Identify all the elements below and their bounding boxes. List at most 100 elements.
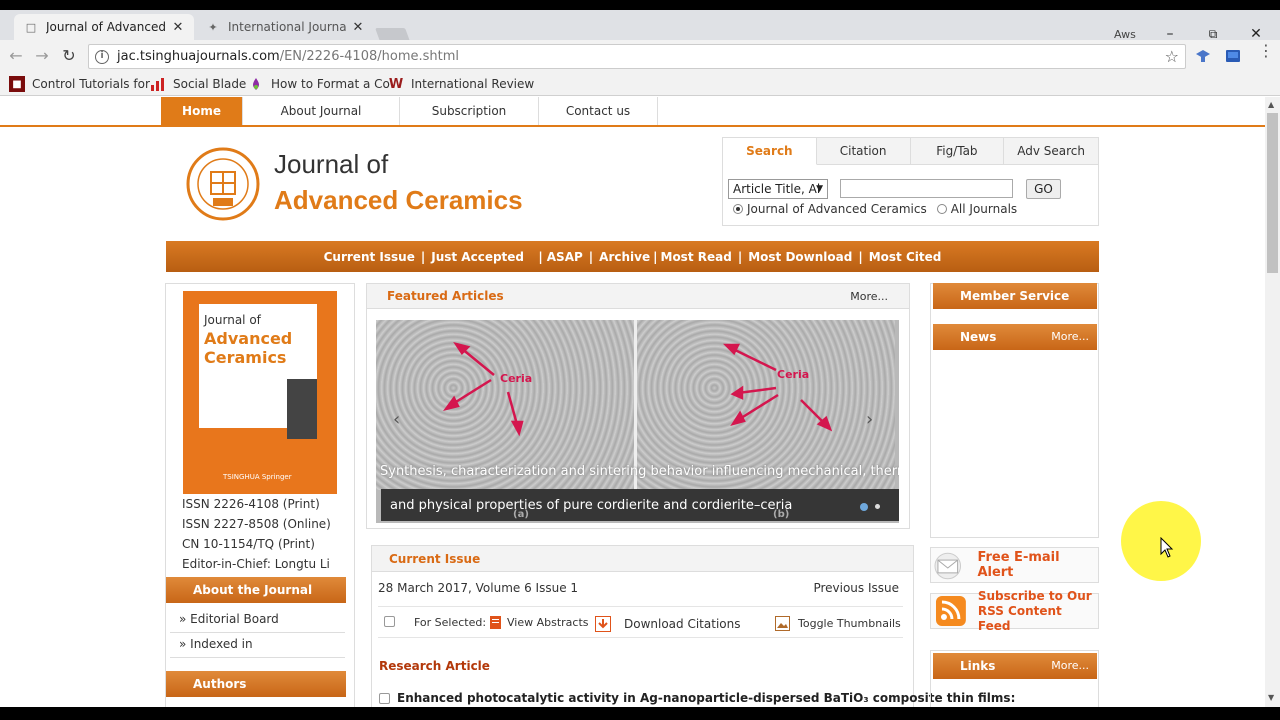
bookmark-how-to-format[interactable]: How to Format a Co	[248, 76, 390, 92]
back-arrow-icon[interactable]: ←	[6, 46, 26, 66]
section-nav-bar: Current Issue | Just Accepted | ASAP | Arc…	[166, 241, 1099, 272]
scrollbar-thumb[interactable]	[1267, 113, 1278, 273]
slide-dot[interactable]	[875, 504, 880, 509]
cover-title-line2: Advanced	[204, 329, 293, 348]
extension-cap-icon[interactable]	[1195, 48, 1211, 64]
news-heading: News More...	[933, 324, 1097, 350]
member-news-panel	[930, 283, 1099, 538]
tab-adv-search[interactable]: Adv Search	[1004, 138, 1098, 164]
email-envelope-icon	[934, 552, 962, 580]
link-archive[interactable]: Archive	[599, 250, 650, 264]
close-tab-icon[interactable]: ✕	[170, 20, 186, 35]
link-most-cited[interactable]: Most Cited	[869, 250, 942, 264]
tab-search[interactable]: Search	[723, 138, 817, 165]
about-the-journal-heading[interactable]: About the Journal	[166, 577, 346, 603]
featured-title: Featured Articles	[387, 289, 504, 303]
nav-subscription[interactable]: Subscription	[400, 97, 539, 125]
free-email-alert-button[interactable]: Free E-mail Alert	[930, 547, 1099, 583]
url-host: jac.tsinghuajournals.com	[117, 49, 280, 64]
slide-prev-icon[interactable]: ‹	[393, 409, 400, 430]
download-icon	[595, 616, 611, 632]
rss-label: Subscribe to Our RSS Content Feed	[978, 589, 1098, 634]
divider	[170, 632, 345, 633]
download-citations-label: Download Citations	[624, 617, 741, 631]
current-issue-title: Current Issue	[389, 552, 481, 566]
bookmark-label: Social Blade	[173, 77, 247, 91]
tab-title: International Journal of E	[228, 20, 346, 34]
article-checkbox[interactable]	[379, 692, 390, 704]
links-more-link[interactable]: More...	[1051, 653, 1089, 679]
view-abstracts-button[interactable]: View Abstracts	[489, 616, 589, 629]
search-field-select[interactable]: Article Title, Al ▼	[728, 179, 828, 199]
journal-title-line2: Advanced Ceramics	[274, 185, 523, 215]
nav-about-journal[interactable]: About Journal	[243, 97, 400, 125]
featured-header: Featured Articles More...	[367, 284, 909, 309]
site-top-nav: Home About Journal Subscription Contact …	[0, 97, 1265, 127]
rss-icon	[935, 596, 966, 626]
issn-print: ISSN 2226-4108 (Print)	[182, 497, 320, 511]
search-input[interactable]	[840, 179, 1013, 198]
link-most-read[interactable]: Most Read	[661, 250, 732, 264]
member-service-heading[interactable]: Member Service	[933, 283, 1097, 309]
journal-cover-image[interactable]: Journal of Advanced Ceramics TSINGHUA Sp…	[183, 291, 337, 494]
article-title[interactable]: Enhanced photocatalytic activity in Ag-n…	[397, 691, 1015, 705]
link-editorial-board[interactable]: » Editorial Board	[179, 612, 279, 626]
featured-more-link[interactable]: More...	[850, 290, 888, 303]
close-tab-icon[interactable]: ✕	[350, 20, 366, 35]
scroll-up-icon[interactable]: ▲	[1268, 100, 1274, 109]
scroll-down-icon[interactable]: ▼	[1268, 693, 1274, 702]
tab-journal-advanced-ceramics[interactable]: □ Journal of Advanced Ce ✕	[14, 14, 194, 40]
tab-international-journal[interactable]: ✦ International Journal of E ✕	[196, 14, 374, 40]
link-asap[interactable]: ASAP	[547, 250, 583, 264]
previous-issue-link[interactable]: Previous Issue	[813, 581, 899, 595]
link-indexed-in[interactable]: » Indexed in	[179, 637, 253, 651]
bookmark-social-blade[interactable]: Social Blade	[150, 76, 246, 92]
select-all-checkbox[interactable]	[384, 616, 395, 627]
for-selected-label: For Selected:	[414, 616, 487, 629]
cover-publishers: TSINGHUA Springer	[223, 473, 292, 481]
slide-dot-active[interactable]	[860, 503, 868, 511]
forward-arrow-icon[interactable]: →	[32, 46, 52, 66]
featured-slide[interactable]: Ceria Ceria ‹ › Synthesis, characterizat…	[376, 320, 899, 523]
checkbox[interactable]	[384, 616, 395, 627]
rss-label-line1: Subscribe to Our	[977, 588, 1092, 603]
nav-contact-us[interactable]: Contact us	[539, 97, 658, 125]
bookmark-control-tutorials[interactable]: ■ Control Tutorials for	[9, 76, 150, 92]
radio-all-journals[interactable]	[936, 204, 947, 214]
bookmark-star-icon[interactable]: ☆	[1165, 47, 1179, 66]
radio-all-journals-label: All Journals	[950, 202, 1018, 216]
page-viewport: Home About Journal Subscription Contact …	[0, 97, 1265, 707]
bookmark-international-review[interactable]: W International Review	[388, 76, 534, 92]
news-more-link[interactable]: More...	[1051, 324, 1089, 350]
radio-this-journal[interactable]	[733, 204, 743, 214]
download-citations-button[interactable]: Download Citations	[595, 616, 740, 632]
cover-title-line3: Ceramics	[204, 348, 287, 367]
address-bar[interactable]: i jac.tsinghuajournals.com /EN/2226-4108…	[88, 44, 1186, 69]
extension-screen-icon[interactable]	[1225, 48, 1241, 64]
screen-bottom-border	[0, 707, 1280, 720]
tsinghua-university-press-logo[interactable]	[183, 146, 263, 222]
tab-fig-tab[interactable]: Fig/Tab	[911, 138, 1005, 164]
reload-icon[interactable]: ↻	[59, 46, 79, 66]
favicon-icon: ✦	[208, 20, 218, 34]
nav-home[interactable]: Home	[161, 97, 243, 125]
tab-citation[interactable]: Citation	[817, 138, 911, 164]
go-button[interactable]: GO	[1026, 179, 1061, 199]
bookmark-ct-icon: ■	[9, 76, 25, 92]
rss-feed-button[interactable]: Subscribe to Our RSS Content Feed	[930, 589, 1099, 633]
authors-heading[interactable]: Authors	[166, 671, 346, 697]
issue-date: 28 March 2017, Volume 6 Issue 1	[378, 581, 579, 595]
link-most-download[interactable]: Most Download	[748, 250, 852, 264]
article-row[interactable]: Enhanced photocatalytic activity in Ag-n…	[379, 691, 1015, 705]
menu-kebab-icon[interactable]: ⋮	[1258, 43, 1274, 59]
member-service-label: Member Service	[960, 289, 1070, 303]
slide-next-icon[interactable]: ›	[866, 409, 873, 430]
info-icon[interactable]: i	[95, 49, 109, 64]
link-current-issue[interactable]: Current Issue	[324, 250, 415, 264]
document-icon	[490, 616, 501, 629]
select-value: Article Title, Al	[733, 182, 821, 196]
toggle-thumbnails-button[interactable]: Toggle Thumbnails	[775, 616, 901, 631]
link-just-accepted[interactable]: Just Accepted	[431, 250, 524, 264]
page-icon: □	[25, 20, 37, 34]
page-scrollbar[interactable]: ▲ ▼	[1265, 97, 1280, 707]
